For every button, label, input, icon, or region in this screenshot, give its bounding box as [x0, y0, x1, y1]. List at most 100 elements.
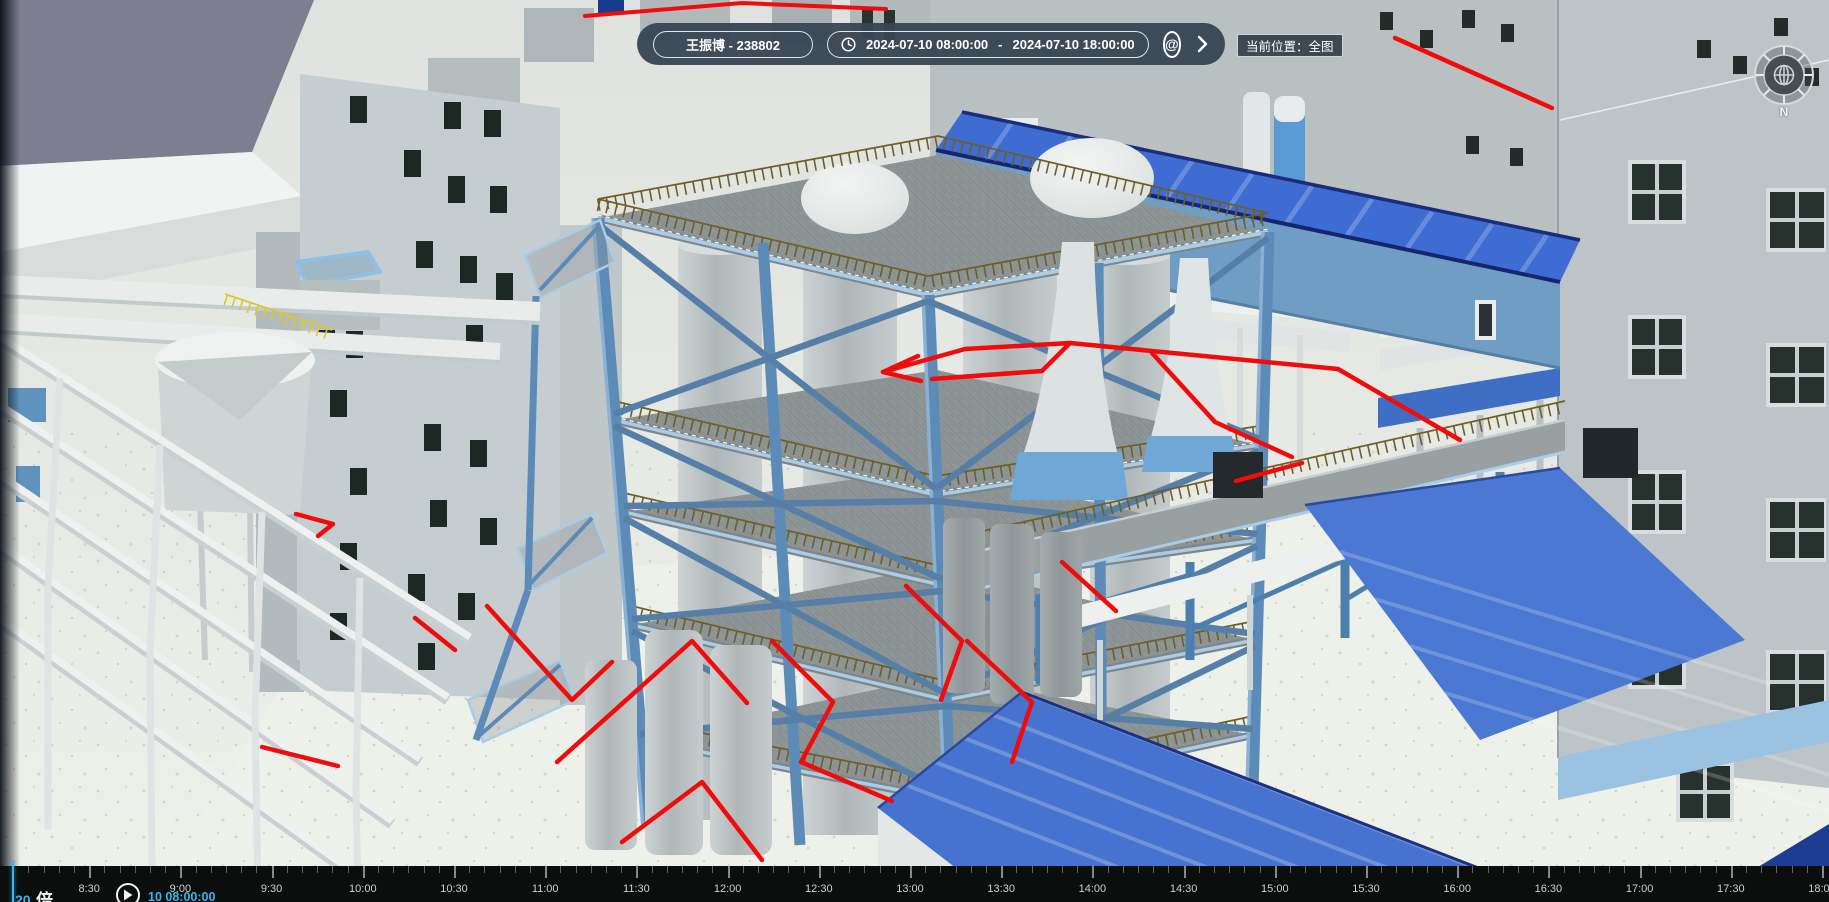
timeline-minor-tick	[971, 866, 972, 873]
time-range-picker[interactable]: 2024-07-10 08:00:00 - 2024-07-10 18:00:0…	[827, 31, 1149, 58]
timeline-time-label: 8:30	[59, 883, 119, 895]
compass-widget[interactable]: N	[1752, 43, 1816, 127]
timeline-major-tick	[363, 866, 365, 878]
globe-icon	[1775, 66, 1794, 85]
timeline-minor-tick	[1260, 866, 1261, 873]
top-toolbar: 王振博 - 238802 2024-07-10 08:00:00 - 2024-…	[637, 23, 1225, 65]
timeline-bar[interactable]: 8:309:009:3010:0010:3011:0011:3012:0012:…	[0, 866, 1829, 902]
person-selector[interactable]: 王振博 - 238802	[653, 31, 813, 58]
timeline-minor-tick	[1776, 866, 1777, 873]
timeline-minor-tick	[1381, 866, 1382, 873]
timeline-minor-tick	[895, 866, 896, 873]
timeline-time-label: 16:00	[1427, 883, 1487, 895]
timeline-minor-tick	[287, 866, 288, 873]
timeline-minor-tick	[880, 866, 881, 873]
timeline-minor-tick	[1670, 866, 1671, 873]
timeline-minor-tick	[1624, 866, 1625, 873]
timeline-minor-tick	[1032, 866, 1033, 873]
timeline-time-label: 16:30	[1518, 883, 1578, 895]
end-datetime[interactable]: 2024-07-10 18:00:00	[1013, 37, 1135, 52]
timeline-minor-tick	[712, 866, 713, 873]
timeline-time-label: 13:00	[880, 883, 940, 895]
timeline-minor-tick	[1138, 866, 1139, 873]
timeline-time-label: 11:30	[606, 883, 666, 895]
timeline-time-label: 10:30	[424, 883, 484, 895]
timeline-minor-tick	[1016, 866, 1017, 873]
timeline-minor-tick	[1077, 866, 1078, 873]
timeline-minor-tick	[59, 866, 60, 873]
timeline-minor-tick	[1168, 866, 1169, 873]
timeline-major-tick	[1457, 866, 1459, 878]
next-button[interactable]	[1195, 34, 1209, 54]
timeline-minor-tick	[1716, 866, 1717, 873]
timeline-minor-tick	[165, 866, 166, 873]
timeline-major-tick	[545, 866, 547, 878]
play-icon	[123, 889, 133, 901]
timeline-minor-tick	[940, 866, 941, 873]
timeline-minor-tick	[1123, 866, 1124, 873]
timeline-minor-tick	[925, 866, 926, 873]
timeline-minor-tick	[956, 866, 957, 873]
timeline-minor-tick	[1807, 866, 1808, 873]
timeline-major-tick	[1092, 866, 1094, 878]
timeline-minor-tick	[500, 866, 501, 873]
timeline-minor-tick	[1685, 866, 1686, 873]
timeline-minor-tick	[1108, 866, 1109, 873]
timeline-major-tick	[636, 866, 638, 878]
timeline-minor-tick	[150, 866, 151, 873]
person-label: 王振博 - 238802	[686, 35, 780, 54]
timeline-minor-tick	[1442, 866, 1443, 873]
timeline-time-label: 18:00	[1792, 883, 1829, 895]
timeline-minor-tick	[591, 866, 592, 873]
scene-3d-viewport[interactable]	[0, 0, 1829, 902]
start-datetime[interactable]: 2024-07-10 08:00:00	[866, 37, 988, 52]
timeline-minor-tick	[1305, 866, 1306, 873]
timeline-time-label: 11:00	[515, 883, 575, 895]
speed-value[interactable]: 20	[15, 892, 31, 902]
compass-icon	[1752, 43, 1816, 107]
timeline-minor-tick	[1351, 866, 1352, 873]
timeline-minor-tick	[682, 866, 683, 873]
timeline-minor-tick	[28, 866, 29, 873]
timeline-major-tick	[728, 866, 730, 878]
timeline-minor-tick	[1290, 866, 1291, 873]
timeline-minor-tick	[576, 866, 577, 873]
locate-track-button[interactable]: @	[1163, 31, 1181, 58]
play-button[interactable]	[116, 883, 140, 902]
timeline-minor-tick	[1062, 866, 1063, 873]
timeline-minor-tick	[1153, 866, 1154, 873]
timeline-major-tick	[1184, 866, 1186, 878]
timeline-minor-tick	[317, 866, 318, 873]
timeline-minor-tick	[849, 866, 850, 873]
timeline-major-tick	[1366, 866, 1368, 878]
timeline-minor-tick	[1518, 866, 1519, 873]
timeline-minor-tick	[1244, 866, 1245, 873]
timeline-minor-tick	[408, 866, 409, 873]
timeline-minor-tick	[302, 866, 303, 873]
timeline-minor-tick	[667, 866, 668, 873]
timeline-minor-tick	[1792, 866, 1793, 873]
timeline-minor-tick	[864, 866, 865, 873]
timeline-minor-tick	[1533, 866, 1534, 873]
timeline-time-label: 17:30	[1701, 883, 1761, 895]
timeline-minor-tick	[697, 866, 698, 873]
timeline-minor-tick	[986, 866, 987, 873]
timeline-major-tick	[1001, 866, 1003, 878]
timeline-minor-tick	[256, 866, 257, 873]
timeline-minor-tick	[743, 866, 744, 873]
range-separator: -	[998, 37, 1002, 52]
timeline-time-label: 15:00	[1245, 883, 1305, 895]
timeline-minor-tick	[1746, 866, 1747, 873]
timeline-minor-tick	[834, 866, 835, 873]
timeline-playhead[interactable]	[12, 862, 14, 902]
timeline-time-label: 9:30	[242, 883, 302, 895]
timeline-time-label: 10:00	[333, 883, 393, 895]
timeline-major-tick	[180, 866, 182, 878]
timeline-major-tick	[454, 866, 456, 878]
timeline-minor-tick	[104, 866, 105, 873]
timeline-minor-tick	[1655, 866, 1656, 873]
timeline-minor-tick	[1199, 866, 1200, 873]
timeline-major-tick	[89, 866, 91, 878]
timeline-minor-tick	[1229, 866, 1230, 873]
timeline-major-tick	[1731, 866, 1733, 878]
